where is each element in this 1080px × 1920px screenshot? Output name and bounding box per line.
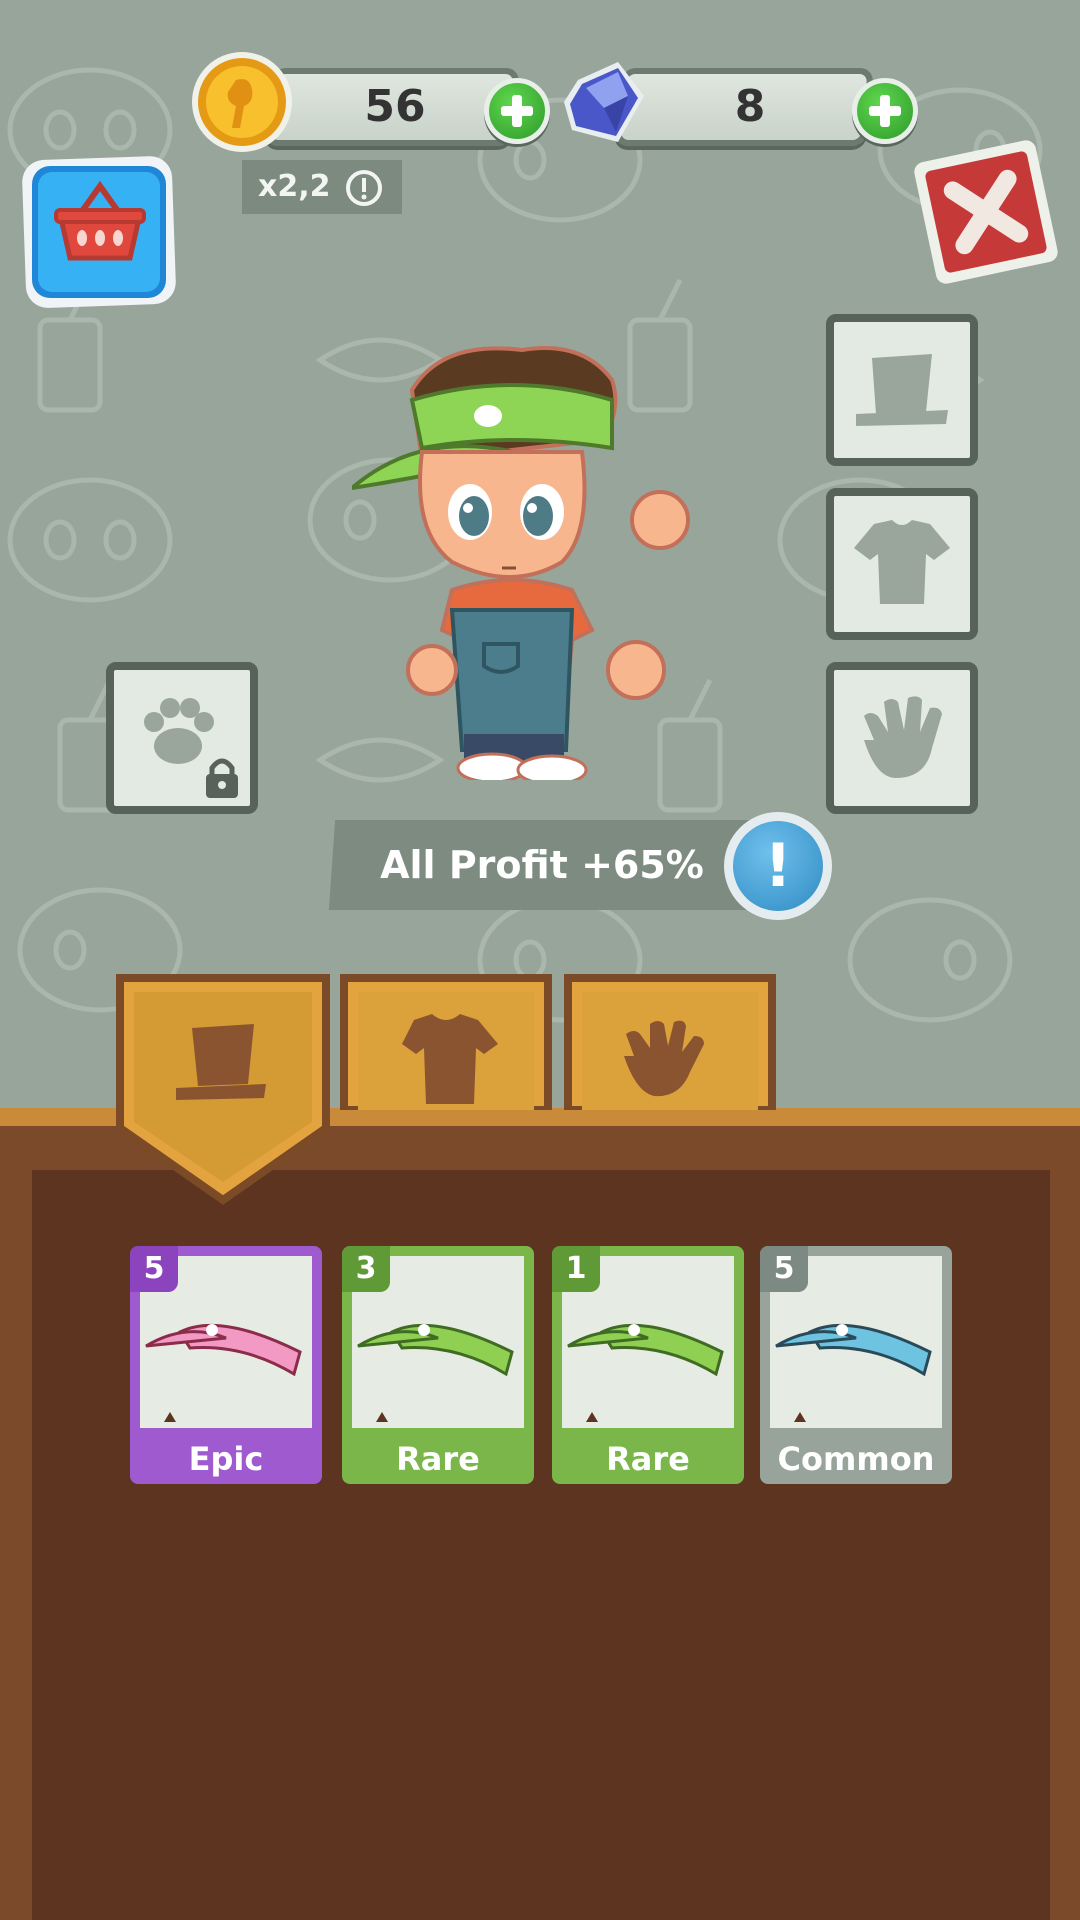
tab-gloves[interactable] [564, 974, 776, 1110]
tab-shirt[interactable] [340, 974, 552, 1110]
coin-icon [192, 52, 292, 152]
pet-slot-locked[interactable] [106, 662, 258, 814]
lock-icon [206, 758, 238, 798]
item-count: 5 [760, 1246, 808, 1292]
shirt-slot[interactable] [826, 488, 978, 640]
exclamation-icon: ! [733, 821, 823, 911]
glove-icon [864, 696, 942, 778]
income-multiplier[interactable]: x2,2 [242, 160, 402, 214]
add-gems-button[interactable] [852, 78, 918, 144]
item-card-common-visor[interactable]: 5 Common [760, 1246, 952, 1484]
gloves-slot[interactable] [826, 662, 978, 814]
item-count: 3 [342, 1246, 390, 1292]
shirt-icon [854, 520, 950, 604]
gem-icon [564, 62, 644, 142]
item-count: 5 [130, 1246, 178, 1292]
coin-amount: 56 [364, 81, 426, 132]
item-card-rare-visor[interactable]: 3 Rare [342, 1246, 534, 1484]
item-card-epic-visor[interactable]: 5 Epic [130, 1246, 322, 1484]
info-icon [346, 170, 382, 206]
gem-amount: 8 [734, 81, 766, 132]
item-rarity: Rare [396, 1440, 480, 1478]
hat-icon [856, 354, 948, 426]
multiplier-value: x2,2 [258, 169, 331, 204]
close-button[interactable] [912, 136, 1060, 286]
shop-basket-button[interactable] [20, 152, 180, 312]
tab-hat[interactable] [116, 974, 330, 1206]
add-coins-button[interactable] [484, 78, 550, 144]
character-avatar [352, 346, 690, 780]
profit-label: All Profit +65% [380, 843, 704, 887]
profit-info-button[interactable]: ! [724, 812, 832, 920]
item-rarity: Common [777, 1440, 935, 1478]
item-rarity: Epic [188, 1440, 264, 1478]
item-count: 1 [552, 1246, 600, 1292]
item-rarity: Rare [606, 1440, 690, 1478]
item-card-rare-visor[interactable]: 1 Rare [552, 1246, 744, 1484]
hat-slot[interactable] [826, 314, 978, 466]
